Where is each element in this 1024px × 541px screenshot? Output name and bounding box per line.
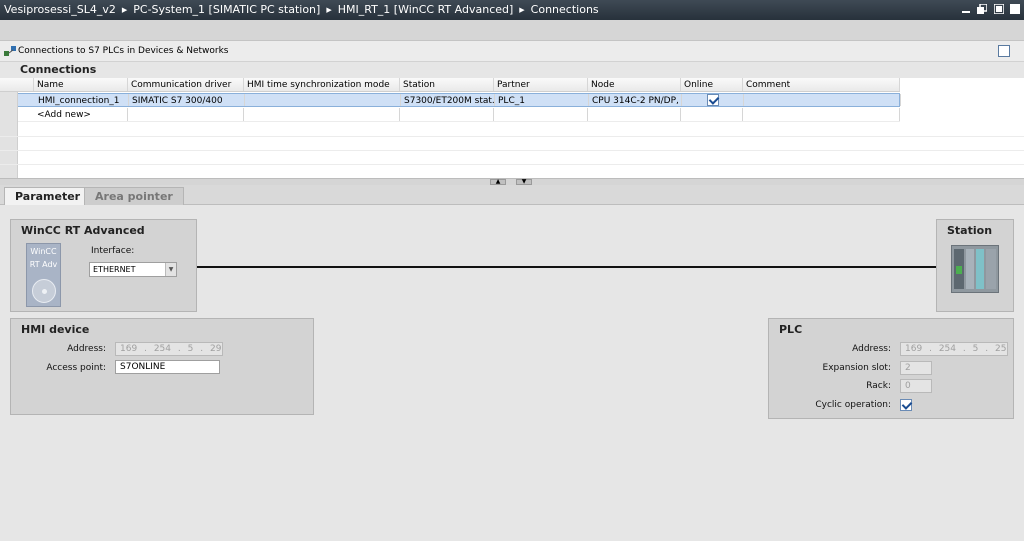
plc-panel: PLC Address: 169 . 254 . 5 . 25 Expansio…	[768, 318, 1014, 419]
breadcrumb-project[interactable]: Vesiprosessi_SL4_v2	[4, 3, 116, 16]
column-header-driver[interactable]: Communication driver	[128, 78, 244, 91]
cell-partner[interactable]: PLC_1	[495, 94, 589, 106]
rack-field: 0	[900, 379, 932, 393]
breadcrumb-separator-icon: ▶	[519, 6, 525, 14]
chevron-down-icon[interactable]: ▼	[165, 263, 176, 276]
interface-dropdown[interactable]: ETHERNET ▼	[89, 262, 177, 277]
cell-node[interactable]: CPU 314C-2 PN/DP, ...	[589, 94, 682, 106]
breadcrumb-separator-icon: ▶	[121, 6, 128, 14]
cyclic-operation-checkbox[interactable]	[900, 399, 912, 411]
close-icon[interactable]	[1010, 4, 1020, 14]
connections-table: Name Communication driver HMI time synch…	[0, 78, 1024, 179]
hmi-address-octet-3: 5	[187, 344, 194, 354]
column-header-sync[interactable]: HMI time synchronization mode	[244, 78, 400, 91]
tab-area-pointer[interactable]: Area pointer	[84, 187, 184, 205]
table-settings-icon[interactable]	[998, 45, 1010, 57]
plc-address-octet-3: 5	[972, 344, 979, 354]
access-point-label: Access point:	[46, 363, 106, 373]
column-header-station[interactable]: Station	[400, 78, 494, 91]
cell-online	[682, 94, 744, 106]
station-title: Station	[947, 224, 993, 237]
plc-address-octet-1: 169	[905, 344, 923, 354]
float-icon[interactable]	[992, 3, 1005, 15]
tab-parameter[interactable]: Parameter	[4, 187, 92, 205]
plc-address-field: 169 . 254 . 5 . 25	[900, 342, 1008, 356]
title-bar: Vesiprosessi_SL4_v2 ▶ PC-System_1 [SIMATIC…	[0, 0, 1024, 20]
plc-address-octet-2: 254	[938, 344, 956, 354]
section-title: Connections	[20, 63, 97, 76]
breadcrumb: Vesiprosessi_SL4_v2 ▶ PC-System_1 [SIMATIC…	[4, 3, 599, 16]
plc-title: PLC	[779, 323, 803, 336]
cell-station[interactable]: S7300/ET200M stat...	[401, 94, 495, 106]
breadcrumb-station[interactable]: PC-System_1 [SIMATIC PC station]	[133, 3, 320, 16]
wincc-device-title: WinCC RT Advanced	[21, 224, 145, 237]
cell-sync[interactable]	[245, 94, 401, 106]
hmi-address-octet-4: 29	[209, 344, 222, 354]
column-header-name[interactable]: Name	[34, 78, 128, 91]
hmi-address-octet-1: 169	[120, 344, 138, 354]
column-header-node[interactable]: Node	[588, 78, 681, 91]
wincc-icon-label-2: RT Adv	[29, 260, 58, 269]
breadcrumb-separator-icon: ▶	[326, 6, 332, 14]
add-new-link[interactable]: <Add new>	[34, 108, 128, 121]
wincc-device-panel[interactable]: WinCC RT Advanced WinCC RT Adv Interface…	[10, 219, 197, 312]
column-header-partner[interactable]: Partner	[494, 78, 588, 91]
splitter[interactable]: ▲ ▼	[0, 178, 1024, 185]
breadcrumb-hmi[interactable]: HMI_RT_1 [WinCC RT Advanced]	[338, 3, 514, 16]
plc-address-label: Address:	[852, 344, 891, 354]
network-connection-icon	[4, 45, 16, 57]
expansion-slot-field: 2	[900, 361, 932, 375]
hmi-device-panel: HMI device Address: 169 . 254 . 5 . 29 A…	[10, 318, 314, 415]
table-header-corner	[0, 78, 34, 91]
restore-icon[interactable]	[977, 3, 988, 14]
editor-header-title: Connections to S7 PLCs in Devices & Netw…	[18, 46, 229, 56]
cyclic-operation-label: Cyclic operation:	[815, 400, 891, 410]
table-header: Name Communication driver HMI time synch…	[0, 78, 900, 92]
tab-strip: Parameter Area pointer	[0, 185, 1024, 205]
table-row[interactable]: HMI_connection_1 SIMATIC S7 300/400 S730…	[0, 93, 901, 107]
breadcrumb-connections: Connections	[530, 3, 599, 16]
add-new-row[interactable]: <Add new>	[0, 108, 900, 122]
cell-name[interactable]: HMI_connection_1	[35, 94, 129, 106]
hmi-address-octet-2: 254	[153, 344, 171, 354]
hmi-address-label: Address:	[67, 344, 106, 354]
interface-label: Interface:	[91, 246, 135, 256]
editor-header: Connections to S7 PLCs in Devices & Netw…	[0, 41, 1024, 62]
column-header-online[interactable]: Online	[681, 78, 743, 91]
connection-line	[197, 266, 936, 268]
expansion-slot-label: Expansion slot:	[822, 363, 891, 373]
minimize-icon[interactable]	[961, 4, 971, 14]
online-checkbox[interactable]	[707, 94, 719, 106]
access-point-input[interactable]: S7ONLINE	[115, 360, 220, 374]
plc-address-octet-4: 25	[994, 344, 1007, 354]
wincc-rt-icon: WinCC RT Adv	[26, 243, 61, 307]
rack-label: Rack:	[866, 381, 891, 391]
plc-rack-icon	[951, 245, 999, 293]
cell-comment[interactable]	[744, 94, 901, 106]
hmi-device-title: HMI device	[21, 323, 90, 336]
hmi-address-dot: .	[144, 344, 147, 354]
station-device-panel[interactable]: Station	[936, 219, 1014, 312]
column-header-comment[interactable]: Comment	[743, 78, 900, 91]
cell-driver[interactable]: SIMATIC S7 300/400	[129, 94, 245, 106]
wincc-icon-label-1: WinCC	[30, 247, 57, 256]
toolbar	[0, 20, 1024, 41]
interface-value: ETHERNET	[93, 265, 136, 274]
disc-icon	[32, 279, 56, 303]
hmi-address-field: 169 . 254 . 5 . 29	[115, 342, 223, 356]
